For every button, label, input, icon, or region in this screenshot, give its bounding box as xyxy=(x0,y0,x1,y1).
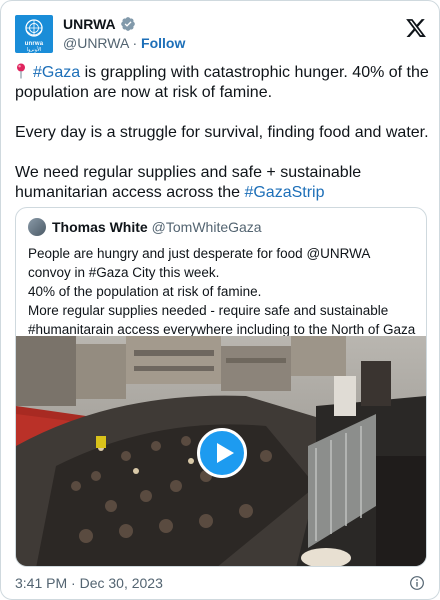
tweet-body: #Gaza is grappling with catastrophic hun… xyxy=(15,63,429,203)
un-emblem-icon xyxy=(25,19,43,37)
quote-body: People are hungry and just desperate for… xyxy=(28,244,416,339)
tweet-paragraph-1: #Gaza is grappling with catastrophic hun… xyxy=(15,63,429,103)
quote-line-2: 40% of the population at risk of famine. xyxy=(28,284,262,299)
play-icon xyxy=(217,443,234,463)
hashtag-gaza[interactable]: #Gaza xyxy=(33,64,80,81)
tweet-card: unrwa الأونروا UNRWA @UNRWA · Follow #Ga… xyxy=(0,0,440,600)
avatar-text-arabic: الأونروا xyxy=(26,47,42,53)
author-display-name[interactable]: UNRWA xyxy=(63,16,116,32)
tweet-timestamp[interactable]: 3:41 PM · Dec 30, 2023 xyxy=(15,575,163,591)
author-handle[interactable]: @UNRWA xyxy=(63,35,129,51)
quote-line-3: More regular supplies needed - require s… xyxy=(28,303,416,337)
follow-button[interactable]: Follow xyxy=(141,35,185,51)
quote-avatar[interactable] xyxy=(28,218,46,236)
info-icon[interactable] xyxy=(409,575,425,591)
video-thumbnail[interactable] xyxy=(16,336,426,566)
tweet-paragraph-2: Every day is a struggle for survival, fi… xyxy=(15,124,429,141)
x-logo-icon[interactable] xyxy=(405,17,427,39)
separator-dot: · xyxy=(132,35,138,51)
verified-badge-icon xyxy=(120,17,135,31)
unrwa-avatar[interactable]: unrwa الأونروا xyxy=(15,15,53,53)
quote-author-handle[interactable]: @TomWhiteGaza xyxy=(152,219,262,235)
quote-line-1: People are hungry and just desperate for… xyxy=(28,246,370,280)
tweet-paragraph-3: We need regular supplies and safe + sust… xyxy=(15,163,429,203)
hashtag-gazastrip[interactable]: #GazaStrip xyxy=(244,184,324,201)
tweet-header: unrwa الأونروا UNRWA @UNRWA · Follow xyxy=(15,11,427,55)
quoted-tweet[interactable]: Thomas White @TomWhiteGaza People are hu… xyxy=(15,207,427,567)
pushpin-icon xyxy=(17,63,25,79)
play-button[interactable] xyxy=(197,428,247,478)
quote-author-name[interactable]: Thomas White xyxy=(52,219,148,235)
tweet-footer: 3:41 PM · Dec 30, 2023 xyxy=(15,575,427,593)
